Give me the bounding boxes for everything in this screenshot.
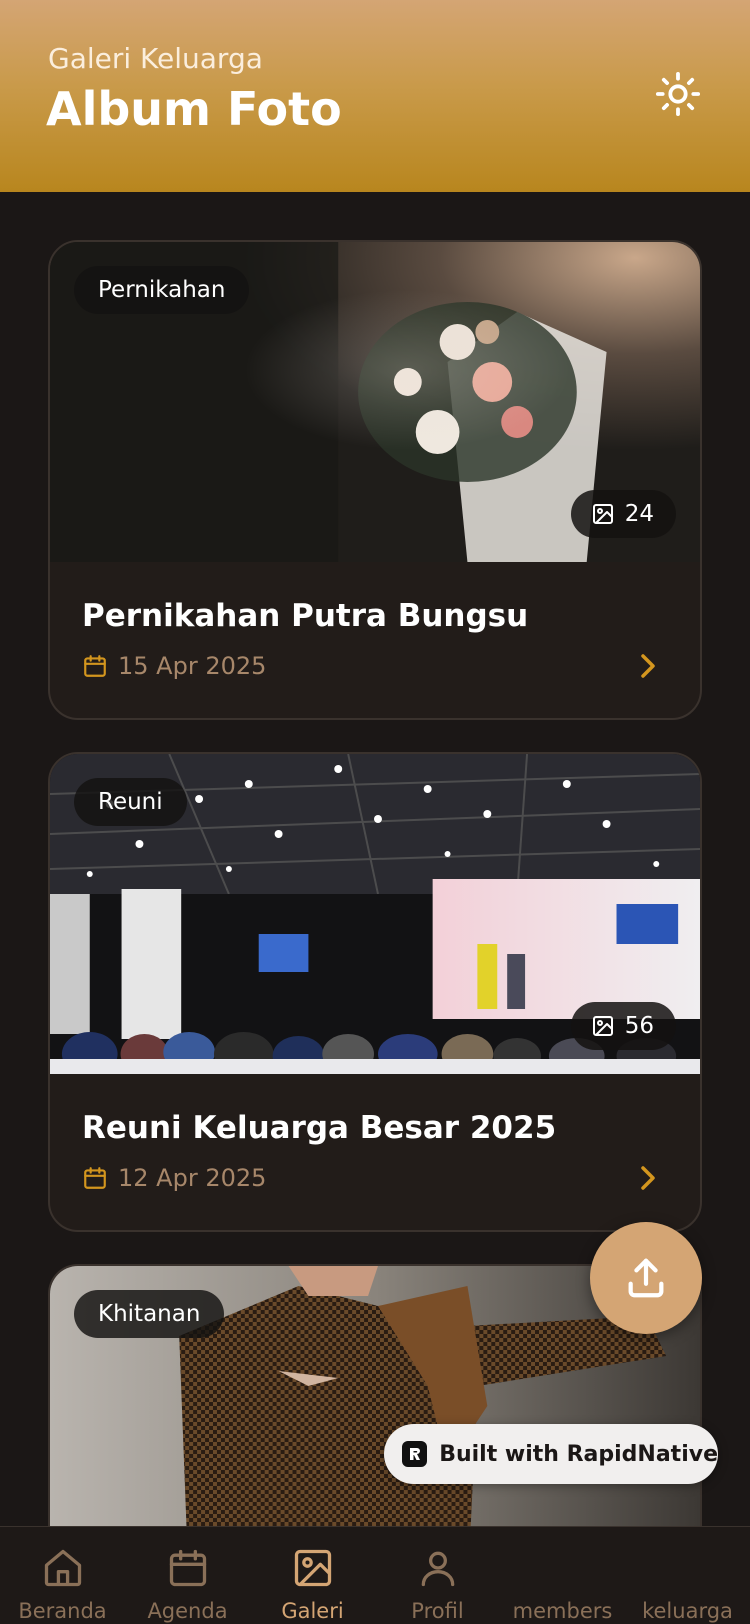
album-category-tag: Pernikahan [74,266,250,314]
bottom-tab-bar: Beranda Agenda Galeri Profil members kel… [0,1526,750,1624]
header-subtitle: Galeri Keluarga [48,42,263,75]
tab-galeri[interactable]: Galeri [250,1527,375,1624]
home-icon [40,1545,86,1591]
upload-button[interactable] [590,1222,702,1334]
album-title: Reuni Keluarga Besar 2025 [82,1110,557,1146]
rapidnative-logo-icon [402,1441,428,1467]
album-title: Pernikahan Putra Bungsu [82,598,529,634]
album-cover-photo: Reuni 56 [50,754,700,1074]
album-category-tag: Khitanan [74,1290,225,1338]
image-icon [290,1545,336,1591]
image-icon [592,504,613,524]
album-date: 12 Apr 2025 [82,1164,266,1192]
tab-beranda[interactable]: Beranda [0,1527,125,1624]
album-date-text: 12 Apr 2025 [118,1164,267,1192]
album-date: 15 Apr 2025 [82,652,266,680]
album-card-reunion[interactable]: Reuni 56 Reuni Keluarga Besar 2025 12 Ap… [48,752,702,1232]
chevron-right-icon[interactable] [634,1162,662,1194]
built-with-label: Built with RapidNative [439,1441,718,1467]
photo-count-badge: 24 [570,490,676,538]
photo-count: 24 [624,501,654,527]
upload-icon [628,1258,664,1298]
page-title: Album Foto [46,82,342,136]
calendar-icon [165,1545,211,1591]
calendar-icon [84,655,106,677]
app-header: Galeri Keluarga Album Foto [0,0,750,192]
album-card-wedding[interactable]: Pernikahan 24 Pernikahan Putra Bungsu 15… [48,240,702,720]
album-cover-photo: Pernikahan 24 [50,242,700,562]
album-date-text: 15 Apr 2025 [118,652,267,680]
photo-count-badge: 56 [570,1002,676,1050]
tab-profil[interactable]: Profil [375,1527,500,1624]
tab-label: members [512,1599,613,1623]
chevron-right-icon[interactable] [634,650,662,682]
user-icon [415,1545,461,1591]
tab-keluarga[interactable]: keluarga [625,1527,750,1624]
sun-icon [655,71,701,117]
tab-label: keluarga [642,1599,733,1623]
tab-label: Profil [411,1599,464,1623]
theme-toggle-button[interactable] [650,66,706,122]
tab-label: Agenda [147,1599,228,1623]
tab-agenda[interactable]: Agenda [125,1527,250,1624]
tab-label: Beranda [18,1599,107,1623]
built-with-badge[interactable]: Built with RapidNative [384,1424,718,1484]
calendar-icon [84,1167,106,1189]
tab-label: Galeri [281,1599,344,1623]
image-icon [592,1016,613,1036]
tab-members[interactable]: members [500,1527,625,1624]
photo-count: 56 [624,1013,654,1039]
album-category-tag: Reuni [74,778,187,826]
